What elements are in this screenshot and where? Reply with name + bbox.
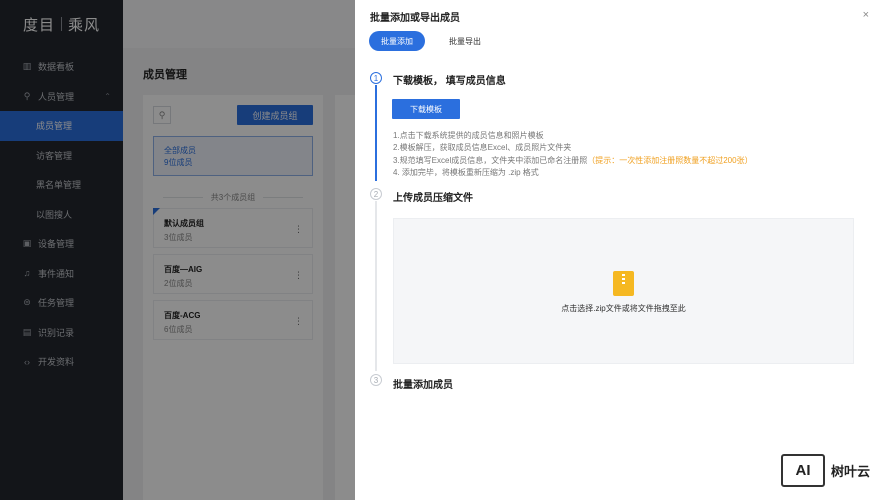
tip-warning: （提示：一次性添加注册照数量不超过200张） [587, 155, 753, 165]
watermark-logo: AI [781, 454, 825, 487]
instructions: 1.点击下载系统提供的成员信息和照片模板 2.模板解压，获取成员信息Excel、… [393, 130, 753, 179]
tip-text: 3.规范填写Excel成员信息，文件夹中添加已命名注册照 [393, 155, 588, 165]
step-3-number: 3 [370, 374, 382, 386]
upload-dropzone[interactable]: 点击选择.zip文件或将文件拖拽至此 [393, 218, 854, 364]
step-1-number: 1 [370, 72, 382, 84]
step-2-line [375, 201, 377, 371]
tab-batch-add[interactable]: 批量添加 [369, 31, 425, 51]
modal-overlay[interactable] [0, 0, 355, 500]
drawer-title: 批量添加或导出成员 [370, 13, 460, 24]
tip-line: 3.规范填写Excel成员信息，文件夹中添加已命名注册照（提示：一次性添加注册照… [393, 155, 753, 167]
close-icon[interactable]: × [863, 9, 869, 21]
tip-line: 4. 添加完毕，将模板重新压缩为 .zip 格式 [393, 167, 539, 177]
step-1-title: 下载模板， 填写成员信息 [393, 76, 506, 87]
batch-drawer: 批量添加或导出成员 × 批量添加 批量导出 1 下载模板， 填写成员信息 下载模… [355, 0, 883, 500]
tip-line: 1.点击下载系统提供的成员信息和照片模板 [393, 131, 544, 140]
zip-file-icon [613, 271, 634, 296]
step-2-title: 上传成员压缩文件 [393, 193, 473, 204]
download-template-button[interactable]: 下载模板 [392, 99, 460, 119]
upload-hint: 点击选择.zip文件或将文件拖拽至此 [561, 304, 686, 313]
watermark: AI 树叶云 [781, 454, 870, 487]
tip-line: 2.模板解压，获取成员信息Excel、成员照片文件夹 [393, 143, 572, 153]
step-1-line [375, 85, 377, 181]
tab-batch-export[interactable]: 批量导出 [437, 31, 493, 51]
step-2-number: 2 [370, 188, 382, 200]
step-3-title: 批量添加成员 [393, 380, 453, 391]
watermark-text: 树叶云 [831, 464, 871, 479]
